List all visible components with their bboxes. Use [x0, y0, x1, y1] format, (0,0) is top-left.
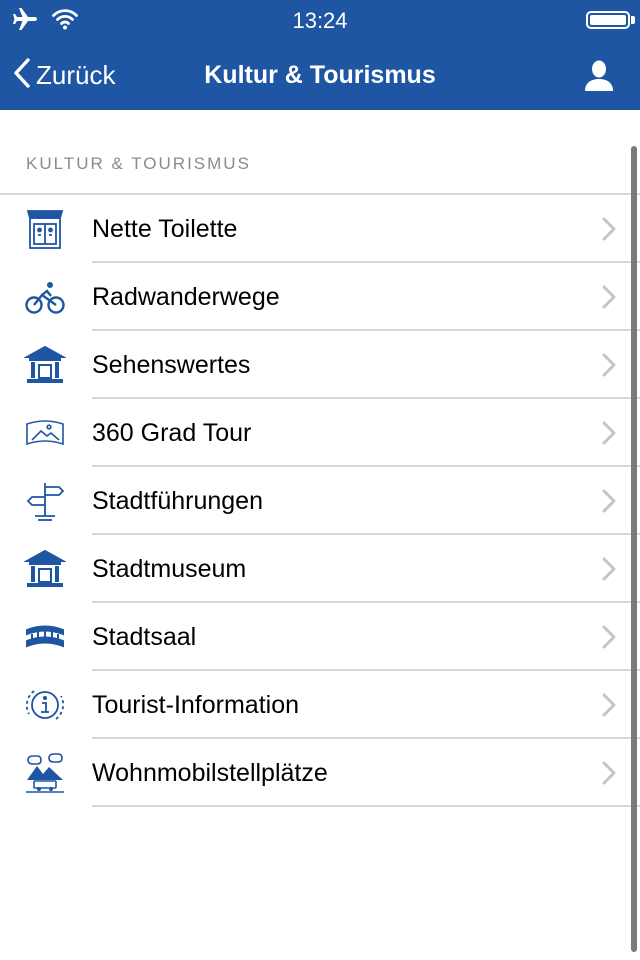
- status-time: 13:24: [292, 8, 348, 33]
- museum-building-icon: [22, 343, 68, 387]
- profile-button[interactable]: [584, 60, 614, 97]
- list-item-360-grad-tour[interactable]: 360 Grad Tour: [0, 399, 640, 467]
- info-circle-icon: [22, 683, 68, 727]
- status-bar: 13:24: [0, 0, 640, 40]
- list-item-sehenswertes[interactable]: Sehenswertes: [0, 331, 640, 399]
- back-button[interactable]: Zurück: [12, 55, 115, 95]
- chevron-right-icon: [602, 285, 616, 314]
- museum-building-icon: [22, 547, 68, 591]
- chevron-right-icon: [602, 761, 616, 790]
- list-item-label: Stadtsaal: [92, 623, 197, 651]
- back-label: Zurück: [36, 59, 116, 90]
- toilet-building-icon: [22, 207, 68, 251]
- bicycle-icon: [22, 275, 68, 319]
- row-separator: [92, 805, 640, 807]
- chevron-left-icon: [12, 57, 32, 94]
- menu-list: Nette Toilette Radwanderwege Sehenswerte…: [0, 193, 640, 807]
- panorama-360-icon: [22, 411, 68, 455]
- chevron-right-icon: [602, 353, 616, 382]
- list-item-stadtmuseum[interactable]: Stadtmuseum: [0, 535, 640, 603]
- list-item-radwanderwege[interactable]: Radwanderwege: [0, 263, 640, 331]
- list-item-label: Wohnmobilstellplätze: [92, 759, 328, 787]
- section-header: KULTUR & TOURISMUS: [26, 154, 251, 173]
- list-item-label: Radwanderwege: [92, 283, 280, 311]
- list-item-label: Tourist-Information: [92, 691, 300, 719]
- user-icon: [584, 60, 614, 96]
- list-item-wohnmobilstellplaetze[interactable]: Wohnmobilstellplätze: [0, 739, 640, 807]
- list-item-label: Sehenswertes: [92, 351, 251, 379]
- top-bar: 13:24 Zurück Kultur & Tourismus: [0, 0, 640, 110]
- list-item-stadtsaal[interactable]: Stadtsaal: [0, 603, 640, 671]
- camper-mountain-icon: [22, 751, 68, 795]
- scrollbar[interactable]: [631, 146, 637, 952]
- chevron-right-icon: [602, 421, 616, 450]
- list-item-label: Nette Toilette: [92, 215, 238, 243]
- bridge-hall-icon: [22, 615, 68, 659]
- signpost-icon: [22, 479, 68, 523]
- list-item-label: Stadtführungen: [92, 487, 263, 515]
- list-item-stadtfuehrungen[interactable]: Stadtführungen: [0, 467, 640, 535]
- battery-icon: [586, 11, 630, 29]
- page-title: Kultur & Tourismus: [204, 61, 436, 89]
- list-item-nette-toilette[interactable]: Nette Toilette: [0, 195, 640, 263]
- battery-level: [590, 15, 626, 25]
- chevron-right-icon: [602, 217, 616, 246]
- chevron-right-icon: [602, 489, 616, 518]
- list-item-label: Stadtmuseum: [92, 555, 247, 583]
- chevron-right-icon: [602, 625, 616, 654]
- chevron-right-icon: [602, 693, 616, 722]
- content-area: KULTUR & TOURISMUS Nette Toilette Radwan…: [0, 110, 640, 960]
- navigation-bar: Zurück Kultur & Tourismus: [0, 40, 640, 110]
- list-item-tourist-information[interactable]: Tourist-Information: [0, 671, 640, 739]
- list-item-label: 360 Grad Tour: [92, 419, 252, 447]
- chevron-right-icon: [602, 557, 616, 586]
- battery-tip: [631, 16, 635, 24]
